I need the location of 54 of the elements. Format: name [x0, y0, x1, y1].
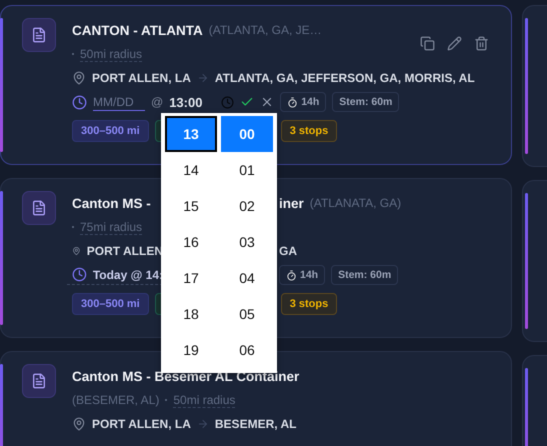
origin-city: PORT ALLEN, LA — [92, 417, 191, 431]
clock-icon — [72, 94, 87, 110]
time-field[interactable]: 13:00 — [169, 94, 216, 110]
hour-option[interactable]: 16 — [165, 224, 217, 260]
hour-option[interactable]: 14 — [165, 152, 217, 188]
date-field[interactable]: MM/DD — [93, 94, 145, 110]
duration-chip: 14h — [279, 265, 326, 285]
hour-option[interactable]: 18 — [165, 296, 217, 332]
duration-chip: 14h — [280, 92, 326, 112]
location-subtitle: (ATLANATA, GA) — [310, 196, 402, 210]
arrow-icon — [196, 418, 209, 430]
location-subtitle: (BESEMER, AL) — [72, 393, 160, 407]
minute-option[interactable]: 01 — [221, 152, 273, 188]
route-title: Canton MS - — [72, 196, 152, 210]
document-icon — [22, 364, 56, 398]
stem-chip: Stem: 60m — [331, 265, 398, 285]
radius-label: 50mi radius — [80, 46, 142, 62]
route-title: CANTON - ATLANTA — [72, 22, 203, 38]
stopwatch-icon — [287, 96, 298, 108]
route-title: iner — [279, 196, 304, 210]
at-sign: @ — [151, 95, 164, 109]
distance-tag: 300–500 mi — [72, 293, 149, 315]
minute-option[interactable]: 05 — [221, 296, 273, 332]
destination-city: ATLANTA, GA, JEFFERSON, GA, MORRIS, AL — [214, 71, 475, 85]
stops-tag: 3 stops — [280, 293, 338, 315]
hour-option[interactable]: 19 — [165, 332, 217, 368]
document-icon — [22, 191, 56, 225]
clock-icon — [72, 267, 87, 282]
stem-chip: Stem: 60m — [332, 92, 400, 112]
radius-label: 50mi radius — [173, 392, 236, 408]
stops-tag: 3 stops — [280, 120, 338, 142]
location-pin-icon — [72, 71, 86, 85]
hour-option[interactable]: 15 — [165, 188, 217, 224]
location-subtitle: (ATLANTA, GA, JE… — [208, 23, 322, 37]
minute-option[interactable]: 00 — [221, 116, 273, 152]
stopwatch-icon — [286, 270, 297, 280]
location-pin-icon — [72, 417, 86, 431]
document-icon — [22, 18, 56, 52]
minute-option[interactable]: 04 — [221, 260, 273, 296]
distance-tag: 300–500 mi — [72, 120, 149, 142]
hour-option[interactable]: 13 — [165, 116, 217, 152]
location-pin-icon — [72, 244, 81, 258]
arrow-icon — [196, 72, 209, 84]
radius-label: 75mi radius — [80, 220, 142, 234]
destination-city: GA — [279, 244, 297, 258]
copy-icon[interactable] — [420, 36, 435, 51]
minute-option[interactable]: 02 — [221, 188, 273, 224]
minute-option[interactable]: 03 — [221, 224, 273, 260]
minute-option[interactable]: 06 — [221, 332, 273, 368]
edit-icon[interactable] — [447, 36, 462, 51]
destination-city: BESEMER, AL — [214, 417, 296, 431]
hour-option[interactable]: 17 — [165, 260, 217, 296]
origin-city: PORT ALLEN, LA — [92, 71, 191, 85]
delete-icon[interactable] — [474, 36, 489, 51]
